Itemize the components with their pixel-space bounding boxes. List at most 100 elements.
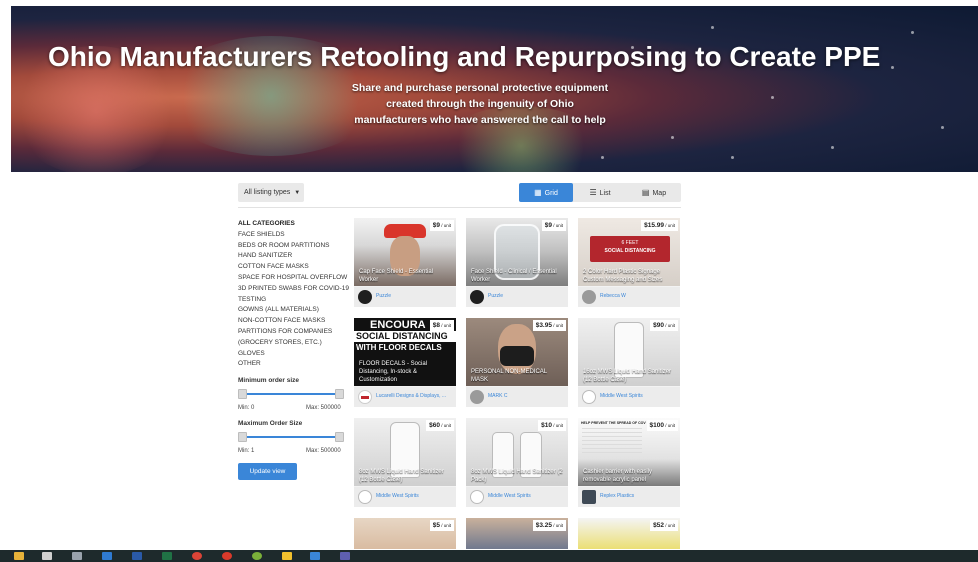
max-order-title: Maximum Order Size: [238, 420, 303, 427]
seller-link[interactable]: Middle West Spirits: [488, 493, 531, 499]
avatar: [470, 290, 484, 304]
spec-table-graphic: [582, 428, 642, 456]
listing-card[interactable]: $52 / unit: [578, 518, 680, 549]
seller-row: Middle West Spirits: [354, 487, 456, 507]
seller-row: Puzzle: [466, 287, 568, 307]
page: Ohio Manufacturers Retooling and Repurpo…: [0, 0, 978, 562]
max-order-min-label: Min: 1: [238, 448, 255, 454]
seller-link[interactable]: Puzzle: [488, 293, 503, 299]
listing-card[interactable]: $9 / unit Cap Face Shield - Essential Wo…: [354, 218, 456, 307]
listing-title[interactable]: Cap Face Shield - Essential Worker: [359, 268, 453, 284]
seller-link[interactable]: Rebecca W: [600, 293, 626, 299]
listing-title[interactable]: 8oz MWS Liquid Hand Sanitizer (12 Bottle…: [359, 468, 453, 484]
listing-type-dropdown[interactable]: All listing types ▼: [238, 183, 304, 202]
listing-title[interactable]: PERSONAL NON-MEDICAL MASK: [471, 368, 565, 384]
page-subtitle: Share and purchase personal protective e…: [351, 82, 609, 126]
listing-title[interactable]: 8oz MWS Liquid Hand Sanitizer (2 Pack): [471, 468, 565, 484]
listing-card[interactable]: ENCOURA SOCIAL DISTANCING WITH FLOOR DEC…: [354, 318, 456, 407]
app-icon[interactable]: [252, 552, 262, 560]
min-order-title: Minimum order size: [238, 377, 300, 384]
outlook-icon[interactable]: [102, 552, 112, 560]
listing-card[interactable]: $3.25 / unit: [466, 518, 568, 549]
listing-card[interactable]: $5 / unit: [354, 518, 456, 549]
category-item[interactable]: GLOVES: [238, 349, 346, 360]
avatar: [358, 390, 372, 404]
seller-link[interactable]: Middle West Spirits: [600, 393, 643, 399]
min-order-min-label: Min: 0: [238, 405, 255, 411]
seller-row: Lucarelli Designs & Displays, ...: [354, 387, 456, 407]
caret-down-icon: ▼: [294, 190, 301, 196]
avatar: [358, 490, 372, 504]
avatar: [582, 390, 596, 404]
app-icon[interactable]: [222, 552, 232, 560]
category-item[interactable]: OTHER: [238, 359, 346, 370]
avatar: [358, 290, 372, 304]
max-order-max-label: Max: 500000: [306, 448, 341, 454]
listing-card[interactable]: $10 / unit 8oz MWS Liquid Hand Sanitizer…: [466, 418, 568, 507]
seller-link[interactable]: Puzzle: [376, 293, 391, 299]
category-item[interactable]: GOWNS (ALL MATERIALS): [238, 305, 346, 316]
grid-view-button[interactable]: ▦ Grid: [519, 183, 573, 202]
app-icon[interactable]: [310, 552, 320, 560]
slider-handle-min[interactable]: [238, 389, 247, 399]
seller-row: Middle West Spirits: [578, 387, 680, 407]
listing-card[interactable]: HELP PREVENT THE SPREAD OF COV $100 / un…: [578, 418, 680, 507]
map-view-button[interactable]: ▤ Map: [627, 183, 681, 202]
listing-title[interactable]: Face Shield - Clinical / Essential Worke…: [471, 268, 565, 284]
category-item[interactable]: 3D PRINTED SWABS FOR COVID-19: [238, 284, 349, 295]
teams-icon[interactable]: [340, 552, 350, 560]
chrome-icon[interactable]: [192, 552, 202, 560]
page-title: Ohio Manufacturers Retooling and Repurpo…: [48, 41, 881, 72]
slider-handle-max[interactable]: [335, 389, 344, 399]
listing-title[interactable]: Cashier barrier with easily removable ac…: [583, 468, 677, 484]
listing-card[interactable]: $60 / unit 8oz MWS Liquid Hand Sanitizer…: [354, 418, 456, 507]
avatar: [582, 290, 596, 304]
min-order-slider[interactable]: [238, 389, 344, 399]
listing-card[interactable]: $3.95 / unit PERSONAL NON-MEDICAL MASK M…: [466, 318, 568, 407]
slider-handle-max[interactable]: [335, 432, 344, 442]
view-switcher: ▦ Grid ☰ List ▤ Map: [519, 183, 681, 202]
seller-link[interactable]: Replex Plastics: [600, 493, 634, 499]
seller-row: Replex Plastics: [578, 487, 680, 507]
listing-card[interactable]: 6 FEET SOCIAL DISTANCING $15.99 / unit 2…: [578, 218, 680, 307]
category-sidebar: ALL CATEGORIES FACE SHIELDS BEDS OR ROOM…: [238, 219, 349, 370]
app-icon[interactable]: [72, 552, 82, 560]
list-view-button[interactable]: ☰ List: [573, 183, 627, 202]
listing-title[interactable]: 16oz MWS Liquid Hand Sanitizer (12 Bottl…: [583, 368, 677, 384]
avatar: [582, 490, 596, 504]
price-tag: $5 / unit: [429, 520, 454, 531]
category-heading-all[interactable]: ALL CATEGORIES: [238, 219, 346, 230]
listing-card[interactable]: $9 / unit Face Shield - Clinical / Essen…: [466, 218, 568, 307]
avatar: [470, 390, 484, 404]
listing-card[interactable]: $90 / unit 16oz MWS Liquid Hand Sanitize…: [578, 318, 680, 407]
slider-handle-min[interactable]: [238, 432, 247, 442]
sticky-notes-icon[interactable]: [282, 552, 292, 560]
seller-link[interactable]: MARK C: [488, 393, 507, 399]
price-tag: $90 / unit: [650, 320, 678, 331]
update-view-button[interactable]: Update view: [238, 463, 297, 480]
category-item[interactable]: PARTITIONS FOR COMPANIES: [238, 327, 346, 338]
max-order-slider[interactable]: [238, 432, 344, 442]
seller-link[interactable]: Middle West Spirits: [376, 493, 419, 499]
category-item[interactable]: HAND SANITIZER: [238, 251, 346, 262]
excel-icon[interactable]: [162, 552, 172, 560]
listing-title[interactable]: 2 Color Hard Plastic Signage Custom Mess…: [583, 268, 677, 284]
category-item[interactable]: COTTON FACE MASKS: [238, 262, 346, 273]
category-item[interactable]: FACE SHIELDS: [238, 230, 346, 241]
category-item[interactable]: BEDS OR ROOM PARTITIONS: [238, 241, 346, 252]
slider-track: [242, 436, 340, 438]
category-item[interactable]: SPACE FOR HOSPITAL OVERFLOW: [238, 273, 347, 284]
seller-row: MARK C: [466, 387, 568, 407]
category-item[interactable]: (GROCERY STORES, ETC.): [238, 338, 346, 349]
file-explorer-icon[interactable]: [14, 552, 24, 560]
category-item[interactable]: TESTING: [238, 295, 346, 306]
store-icon[interactable]: [42, 552, 52, 560]
price-tag: $8 / unit: [429, 320, 454, 331]
slider-track: [242, 393, 340, 395]
price-tag: $15.99 / unit: [641, 220, 678, 231]
category-item[interactable]: NON-COTTON FACE MASKS: [238, 316, 346, 327]
seller-row: Puzzle: [354, 287, 456, 307]
word-icon[interactable]: [132, 552, 142, 560]
listing-title[interactable]: FLOOR DECALS - Social Distancing, In-sto…: [359, 360, 453, 384]
seller-link[interactable]: Lucarelli Designs & Displays, ...: [376, 393, 446, 399]
